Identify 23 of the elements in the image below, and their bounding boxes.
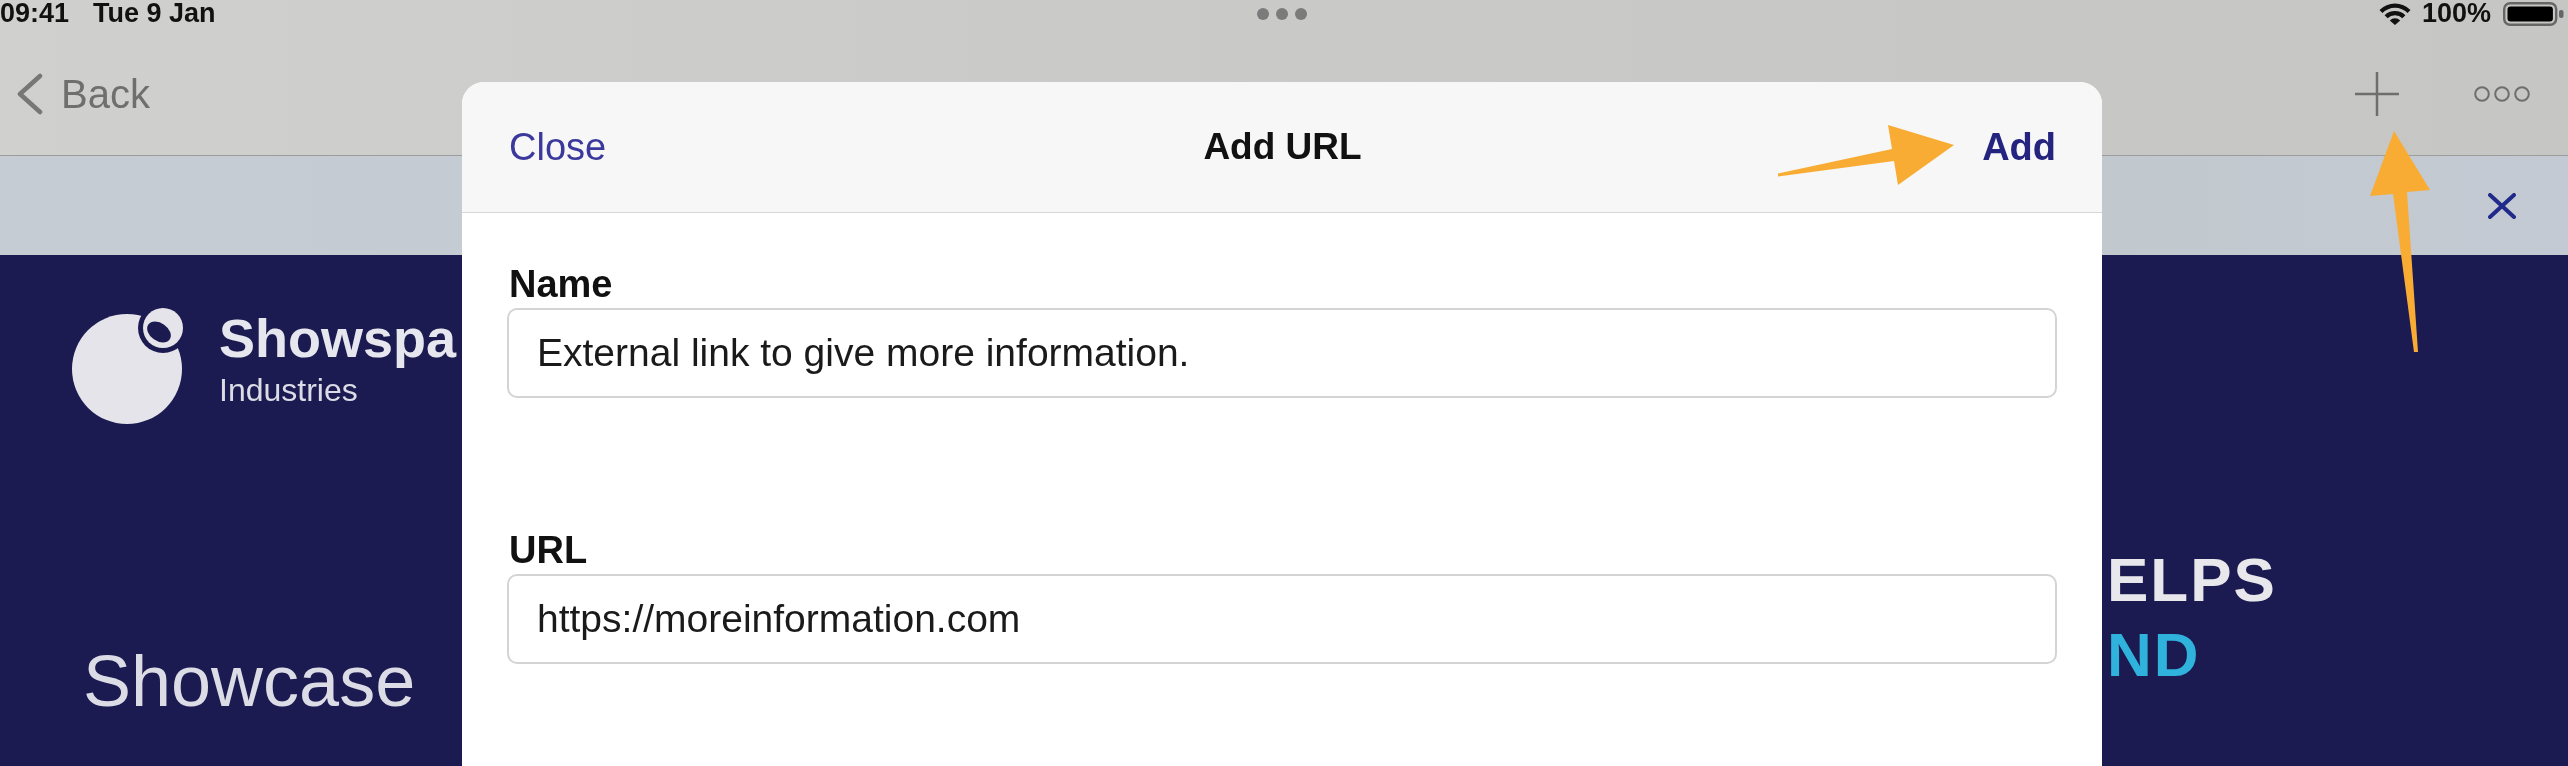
wifi-icon [2378,2,2411,25]
input-field[interactable]: https://moreinformation.com [507,574,2057,664]
add-icon[interactable] [2355,72,2399,116]
status-date: Tue 9 Jan [93,0,216,27]
modal-title: Add URL [1203,125,1362,169]
brand-subtitle: Industries [219,372,359,408]
status-time: 09:41 [0,0,70,27]
headline: Showcase [83,641,417,721]
close-button[interactable]: Close [509,125,607,169]
battery-icon [2503,1,2564,26]
close-icon[interactable] [2488,192,2516,219]
chevron-left-icon [17,73,43,115]
field-label: URL [509,528,589,572]
add-button[interactable]: Add [1982,125,2056,169]
field-label: Name [509,262,614,306]
logo-icon [72,308,184,424]
tagline-text: ELPS [2107,545,2277,615]
three-dots-icon [1257,7,1307,20]
more-options-icon[interactable] [2474,86,2530,102]
brand-name: Showspa [219,310,457,366]
input-field[interactable]: External link to give more information. [507,308,2057,398]
tagline-text: ND [2107,620,2201,690]
battery-percentage: 100% [2421,0,2491,27]
